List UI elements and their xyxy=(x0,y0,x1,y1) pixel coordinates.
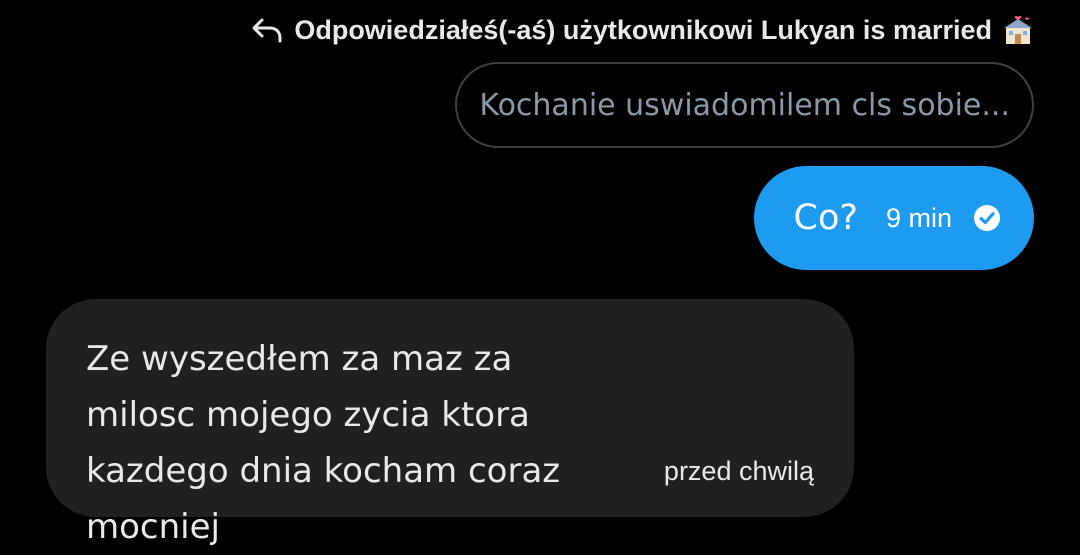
quoted-message[interactable]: Kochanie uswiadomilem cls sobie... xyxy=(455,62,1034,148)
received-message-time: przed chwilą xyxy=(663,456,814,486)
received-message-bubble[interactable]: Ze wyszedłem za maz za milosc mojego zyc… xyxy=(46,299,854,547)
quoted-message-text: Kochanie uswiadomilem cls sobie... xyxy=(479,87,1010,123)
sent-message-bubble[interactable]: Co? 9 min xyxy=(753,166,1034,270)
sent-message-text: Co? xyxy=(793,198,858,238)
reply-context-label: Odpowiedziałeś(-aś) użytkownikowi Lukyan… xyxy=(294,14,992,45)
reply-arrow-icon xyxy=(250,15,284,45)
sent-message-time: 9 min xyxy=(885,202,952,233)
wedding-icon xyxy=(1002,14,1034,46)
reply-context: Odpowiedziałeś(-aś) użytkownikowi Lukyan… xyxy=(250,14,1034,46)
check-circle-icon xyxy=(972,203,1002,233)
received-message-text: Ze wyszedłem za maz za milosc mojego zyc… xyxy=(86,339,561,547)
